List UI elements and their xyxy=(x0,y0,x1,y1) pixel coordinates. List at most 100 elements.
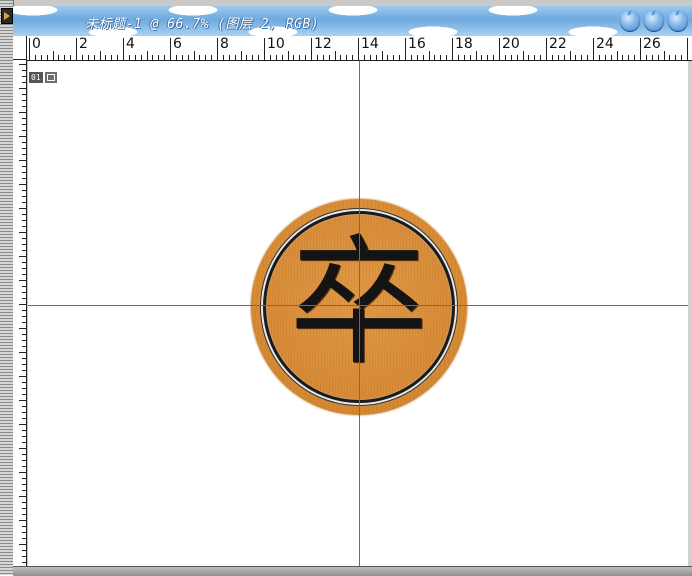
ruler-minor-tick xyxy=(399,55,400,60)
ruler-minor-tick xyxy=(22,298,26,299)
horizontal-ruler[interactable]: 0 2 4 6 8 10 12 14 16 18 20 22 24 26 xyxy=(13,36,692,61)
ruler-minor-tick xyxy=(19,88,26,89)
ruler-minor-tick xyxy=(19,520,26,521)
ruler-major-tick xyxy=(499,38,500,60)
ruler-label: 10 xyxy=(267,36,285,52)
ruler-minor-tick xyxy=(22,196,26,197)
ruler-minor-tick xyxy=(476,51,477,60)
ruler-minor-tick xyxy=(22,124,26,125)
ruler-minor-tick xyxy=(211,55,212,60)
ruler-minor-tick xyxy=(41,55,42,60)
ruler-minor-tick xyxy=(19,328,26,329)
ruler-minor-tick xyxy=(540,55,541,60)
layer-badge: 01 xyxy=(29,72,57,83)
ruler-minor-tick xyxy=(458,55,459,60)
ruler-minor-tick xyxy=(22,154,26,155)
vertical-ruler[interactable] xyxy=(13,60,27,566)
ruler-minor-tick xyxy=(658,55,659,60)
ruler-minor-tick xyxy=(22,262,26,263)
ruler-minor-tick xyxy=(22,100,26,101)
ruler-minor-tick xyxy=(329,55,330,60)
ruler-label: 4 xyxy=(126,36,135,52)
ruler-minor-tick xyxy=(19,256,26,257)
ruler-minor-tick xyxy=(19,304,26,305)
ruler-minor-tick xyxy=(22,538,26,539)
ruler-minor-tick xyxy=(19,136,26,137)
ruler-major-tick xyxy=(452,38,453,60)
document-canvas[interactable]: 01 卒 xyxy=(28,61,688,566)
ruler-minor-tick xyxy=(22,106,26,107)
ruler-minor-tick xyxy=(429,51,430,60)
ruler-minor-tick xyxy=(129,55,130,60)
ruler-minor-tick xyxy=(22,244,26,245)
ruler-minor-tick xyxy=(22,190,26,191)
title-bar[interactable]: 未标题-1 @ 66.7% (图层 2, RGB) xyxy=(13,6,692,36)
ruler-minor-tick xyxy=(22,310,26,311)
ruler-minor-tick xyxy=(646,55,647,60)
ruler-minor-tick xyxy=(628,55,629,60)
ruler-minor-tick xyxy=(141,55,142,60)
ruler-minor-tick xyxy=(252,55,253,60)
ruler-label: 16 xyxy=(408,36,426,52)
ruler-minor-tick xyxy=(22,514,26,515)
ruler-origin[interactable] xyxy=(13,36,27,60)
ruler-minor-tick xyxy=(22,436,26,437)
ruler-minor-tick xyxy=(22,166,26,167)
ruler-minor-tick xyxy=(53,51,54,60)
ruler-minor-tick xyxy=(335,51,336,60)
ruler-minor-tick xyxy=(22,502,26,503)
collapse-arrow-icon[interactable] xyxy=(1,8,13,24)
ruler-minor-tick xyxy=(47,55,48,60)
ruler-minor-tick xyxy=(22,382,26,383)
ruler-minor-tick xyxy=(241,51,242,60)
ruler-minor-tick xyxy=(147,51,148,60)
ruler-minor-tick xyxy=(317,55,318,60)
horizontal-guide[interactable] xyxy=(28,305,688,306)
ruler-minor-tick xyxy=(681,55,682,60)
ruler-minor-tick xyxy=(22,226,26,227)
ruler-minor-tick xyxy=(340,55,341,60)
ruler-minor-tick xyxy=(22,478,26,479)
ruler-minor-tick xyxy=(22,274,26,275)
ruler-minor-tick xyxy=(22,490,26,491)
ruler-minor-tick xyxy=(22,484,26,485)
ruler-minor-tick xyxy=(270,55,271,60)
apple-icon[interactable] xyxy=(644,10,664,32)
ruler-minor-tick xyxy=(434,55,435,60)
ruler-minor-tick xyxy=(22,178,26,179)
ruler-label: 14 xyxy=(361,36,379,52)
ruler-minor-tick xyxy=(19,112,26,113)
ruler-minor-tick xyxy=(22,550,26,551)
ruler-minor-tick xyxy=(22,418,26,419)
ruler-minor-tick xyxy=(199,55,200,60)
ruler-minor-tick xyxy=(22,406,26,407)
ruler-minor-tick xyxy=(246,55,247,60)
ruler-minor-tick xyxy=(19,352,26,353)
ruler-minor-tick xyxy=(22,370,26,371)
window-left-frame xyxy=(0,0,14,575)
ruler-minor-tick xyxy=(117,55,118,60)
ruler-minor-tick xyxy=(605,55,606,60)
ruler-minor-tick xyxy=(558,55,559,60)
ruler-minor-tick xyxy=(622,55,623,60)
ruler-minor-tick xyxy=(505,55,506,60)
ruler-minor-tick xyxy=(299,55,300,60)
ruler-minor-tick xyxy=(19,496,26,497)
vertical-guide[interactable] xyxy=(359,61,360,566)
ruler-minor-tick xyxy=(323,55,324,60)
ruler-minor-tick xyxy=(22,220,26,221)
ruler-minor-tick xyxy=(19,280,26,281)
apple-icon[interactable] xyxy=(620,10,640,32)
ruler-minor-tick xyxy=(22,292,26,293)
ruler-minor-tick xyxy=(534,55,535,60)
ruler-minor-tick xyxy=(617,51,618,60)
ruler-major-tick xyxy=(687,38,688,60)
ruler-minor-tick xyxy=(22,334,26,335)
ruler-minor-tick xyxy=(22,340,26,341)
ruler-major-tick xyxy=(217,38,218,60)
ruler-minor-tick xyxy=(470,55,471,60)
apple-icon[interactable] xyxy=(668,10,688,32)
ruler-minor-tick xyxy=(258,55,259,60)
ruler-minor-tick xyxy=(22,412,26,413)
ruler-minor-tick xyxy=(511,55,512,60)
